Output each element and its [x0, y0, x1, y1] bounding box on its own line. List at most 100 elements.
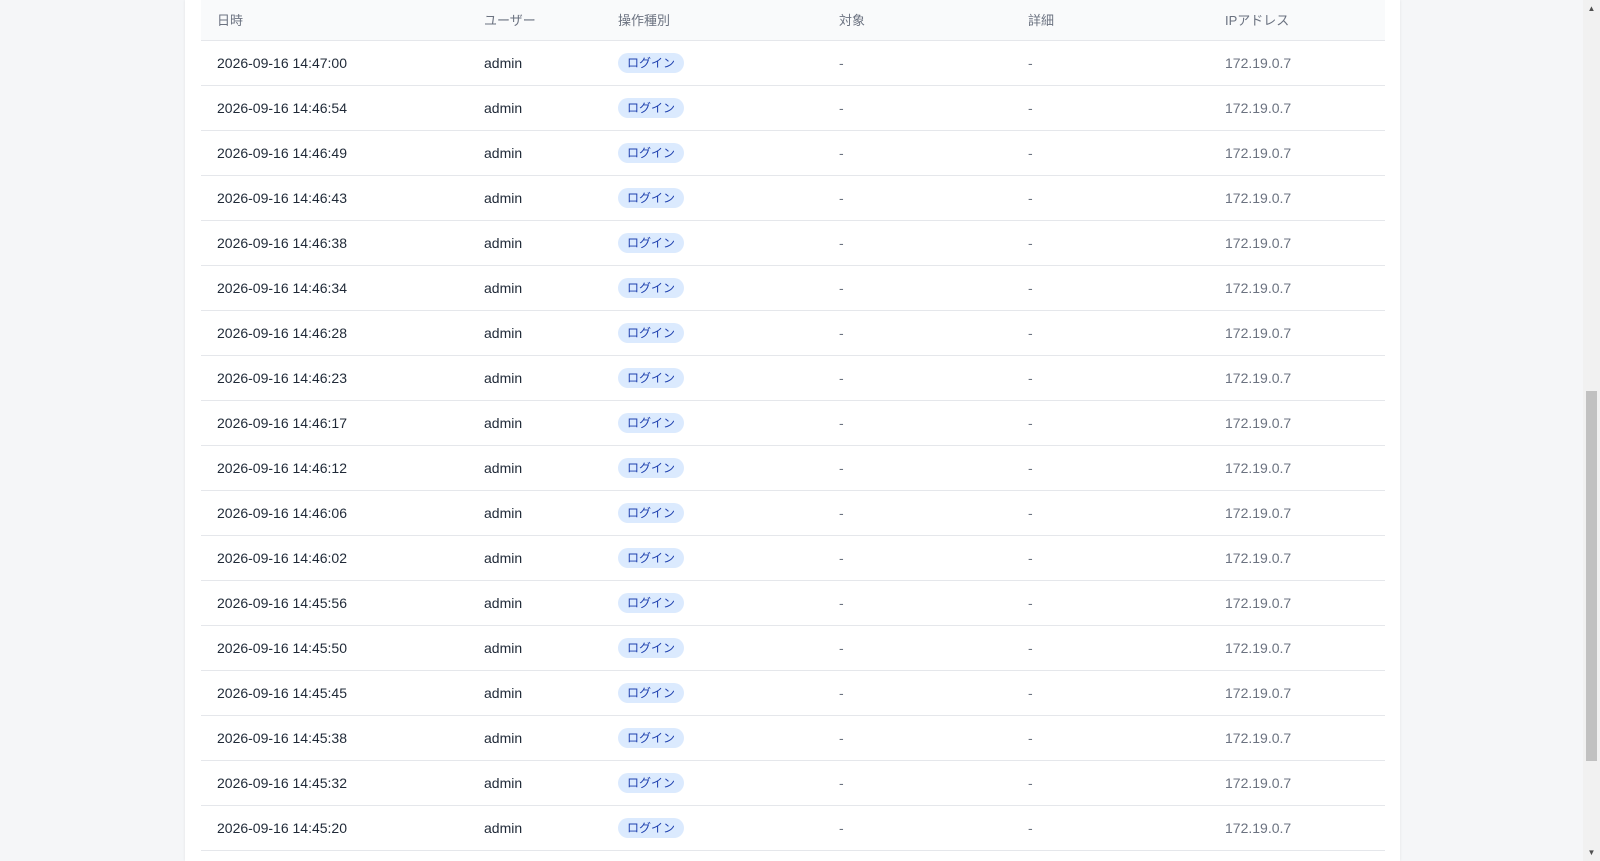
column-header-user[interactable]: ユーザー: [468, 0, 602, 41]
cell-ip: 172.19.0.7: [1209, 445, 1385, 491]
op-type-badge: ログイン: [618, 502, 685, 523]
cell-op-type: ログイン: [602, 40, 823, 86]
op-type-badge: ログイン: [618, 817, 685, 838]
table-row[interactable]: 2026-09-16 14:45:56 admin ログイン - -172.19.0.7: [201, 580, 1385, 626]
column-header-ip[interactable]: IPアドレス: [1209, 0, 1385, 41]
table-row[interactable]: 2026-09-16 14:46:49 admin ログイン - -172.19.0.7: [201, 130, 1385, 176]
table-body: 2026-09-16 14:47:00 admin ログイン - -172.19.0.7…: [201, 40, 1385, 851]
column-header-target[interactable]: 対象: [823, 0, 1012, 41]
cell-target: -: [823, 220, 1012, 266]
audit-log-card: 日時 ユーザー 操作種別 対象 詳細 IPアドレス 2026-09-16 14:…: [185, 0, 1400, 861]
table-row[interactable]: 2026-09-16 14:45:32 admin ログイン - -172.19.0.7: [201, 760, 1385, 806]
column-header-op-type[interactable]: 操作種別: [602, 0, 823, 41]
scroll-down-arrow-icon[interactable]: ▼: [1583, 844, 1600, 861]
cell-user: admin: [468, 355, 602, 401]
column-header-detail[interactable]: 詳細: [1012, 0, 1209, 41]
table-row[interactable]: 2026-09-16 14:46:06 admin ログイン - -172.19.0.7: [201, 490, 1385, 536]
cell-ip: 172.19.0.7: [1209, 130, 1385, 176]
table-row[interactable]: 2026-09-16 14:46:12 admin ログイン - -172.19.0.7: [201, 445, 1385, 491]
op-type-badge: ログイン: [618, 322, 685, 343]
cell-ip: 172.19.0.7: [1209, 220, 1385, 266]
cell-datetime: 2026-09-16 14:45:38: [201, 715, 468, 761]
cell-user: admin: [468, 580, 602, 626]
cell-target: -: [823, 85, 1012, 131]
cell-user: admin: [468, 130, 602, 176]
cell-datetime: 2026-09-16 14:46:43: [201, 175, 468, 221]
cell-user: admin: [468, 490, 602, 536]
cell-target: -: [823, 490, 1012, 536]
cell-target: -: [823, 130, 1012, 176]
cell-user: admin: [468, 625, 602, 671]
table-row[interactable]: 2026-09-16 14:46:38 admin ログイン - -172.19.0.7: [201, 220, 1385, 266]
cell-user: admin: [468, 805, 602, 851]
cell-ip: 172.19.0.7: [1209, 175, 1385, 221]
table-row[interactable]: 2026-09-16 14:45:50 admin ログイン - -172.19.0.7: [201, 625, 1385, 671]
op-type-badge: ログイン: [618, 52, 685, 73]
cell-op-type: ログイン: [602, 445, 823, 491]
cell-datetime: 2026-09-16 14:46:54: [201, 85, 468, 131]
cell-op-type: ログイン: [602, 490, 823, 536]
cell-target: -: [823, 760, 1012, 806]
cell-datetime: 2026-09-16 14:46:28: [201, 310, 468, 356]
column-header-datetime[interactable]: 日時: [201, 0, 468, 41]
cell-user: admin: [468, 265, 602, 311]
table-row[interactable]: 2026-09-16 14:46:34 admin ログイン - -172.19.0.7: [201, 265, 1385, 311]
cell-datetime: 2026-09-16 14:46:34: [201, 265, 468, 311]
cell-target: -: [823, 805, 1012, 851]
cell-detail: -: [1012, 265, 1209, 311]
table-row[interactable]: 2026-09-16 14:46:23 admin ログイン - -172.19.0.7: [201, 355, 1385, 401]
table-row[interactable]: 2026-09-16 14:46:17 admin ログイン - -172.19.0.7: [201, 400, 1385, 446]
cell-ip: 172.19.0.7: [1209, 625, 1385, 671]
table-row[interactable]: 2026-09-16 14:46:54 admin ログイン - -172.19.0.7: [201, 85, 1385, 131]
cell-op-type: ログイン: [602, 625, 823, 671]
op-type-badge: ログイン: [618, 682, 685, 703]
cell-detail: -: [1012, 580, 1209, 626]
cell-detail: -: [1012, 175, 1209, 221]
cell-ip: 172.19.0.7: [1209, 760, 1385, 806]
cell-target: -: [823, 400, 1012, 446]
cell-detail: -: [1012, 670, 1209, 716]
cell-op-type: ログイン: [602, 805, 823, 851]
cell-detail: -: [1012, 535, 1209, 581]
cell-datetime: 2026-09-16 14:46:23: [201, 355, 468, 401]
cell-target: -: [823, 670, 1012, 716]
cell-datetime: 2026-09-16 14:46:49: [201, 130, 468, 176]
cell-datetime: 2026-09-16 14:46:02: [201, 535, 468, 581]
table-row[interactable]: 2026-09-16 14:45:20 admin ログイン - -172.19.0.7: [201, 805, 1385, 851]
cell-user: admin: [468, 85, 602, 131]
cell-datetime: 2026-09-16 14:46:38: [201, 220, 468, 266]
cell-user: admin: [468, 715, 602, 761]
cell-user: admin: [468, 175, 602, 221]
cell-target: -: [823, 535, 1012, 581]
cell-user: admin: [468, 670, 602, 716]
cell-detail: -: [1012, 445, 1209, 491]
vertical-scrollbar[interactable]: ▲ ▼: [1583, 0, 1600, 861]
cell-detail: -: [1012, 220, 1209, 266]
cell-datetime: 2026-09-16 14:45:20: [201, 805, 468, 851]
table-row[interactable]: 2026-09-16 14:47:00 admin ログイン - -172.19.0.7: [201, 40, 1385, 86]
cell-target: -: [823, 715, 1012, 761]
cell-user: admin: [468, 760, 602, 806]
cell-op-type: ログイン: [602, 670, 823, 716]
page: 日時 ユーザー 操作種別 対象 詳細 IPアドレス 2026-09-16 14:…: [0, 0, 1600, 861]
op-type-badge: ログイン: [618, 457, 685, 478]
cell-op-type: ログイン: [602, 535, 823, 581]
cell-op-type: ログイン: [602, 85, 823, 131]
table-row[interactable]: 2026-09-16 14:45:38 admin ログイン - -172.19.0.7: [201, 715, 1385, 761]
cell-ip: 172.19.0.7: [1209, 490, 1385, 536]
table-row[interactable]: 2026-09-16 14:46:43 admin ログイン - -172.19.0.7: [201, 175, 1385, 221]
op-type-badge: ログイン: [618, 727, 685, 748]
cell-datetime: 2026-09-16 14:45:56: [201, 580, 468, 626]
table-row[interactable]: 2026-09-16 14:46:28 admin ログイン - -172.19.0.7: [201, 310, 1385, 356]
op-type-badge: ログイン: [618, 367, 685, 388]
cell-detail: -: [1012, 625, 1209, 671]
cell-user: admin: [468, 400, 602, 446]
cell-ip: 172.19.0.7: [1209, 310, 1385, 356]
scroll-up-arrow-icon[interactable]: ▲: [1583, 0, 1600, 17]
table-row[interactable]: 2026-09-16 14:45:45 admin ログイン - -172.19.0.7: [201, 670, 1385, 716]
table-row[interactable]: 2026-09-16 14:46:02 admin ログイン - -172.19.0.7: [201, 535, 1385, 581]
op-type-badge: ログイン: [618, 637, 685, 658]
cell-ip: 172.19.0.7: [1209, 355, 1385, 401]
scrollbar-thumb[interactable]: [1586, 391, 1597, 761]
table-header: 日時 ユーザー 操作種別 対象 詳細 IPアドレス: [201, 0, 1385, 41]
